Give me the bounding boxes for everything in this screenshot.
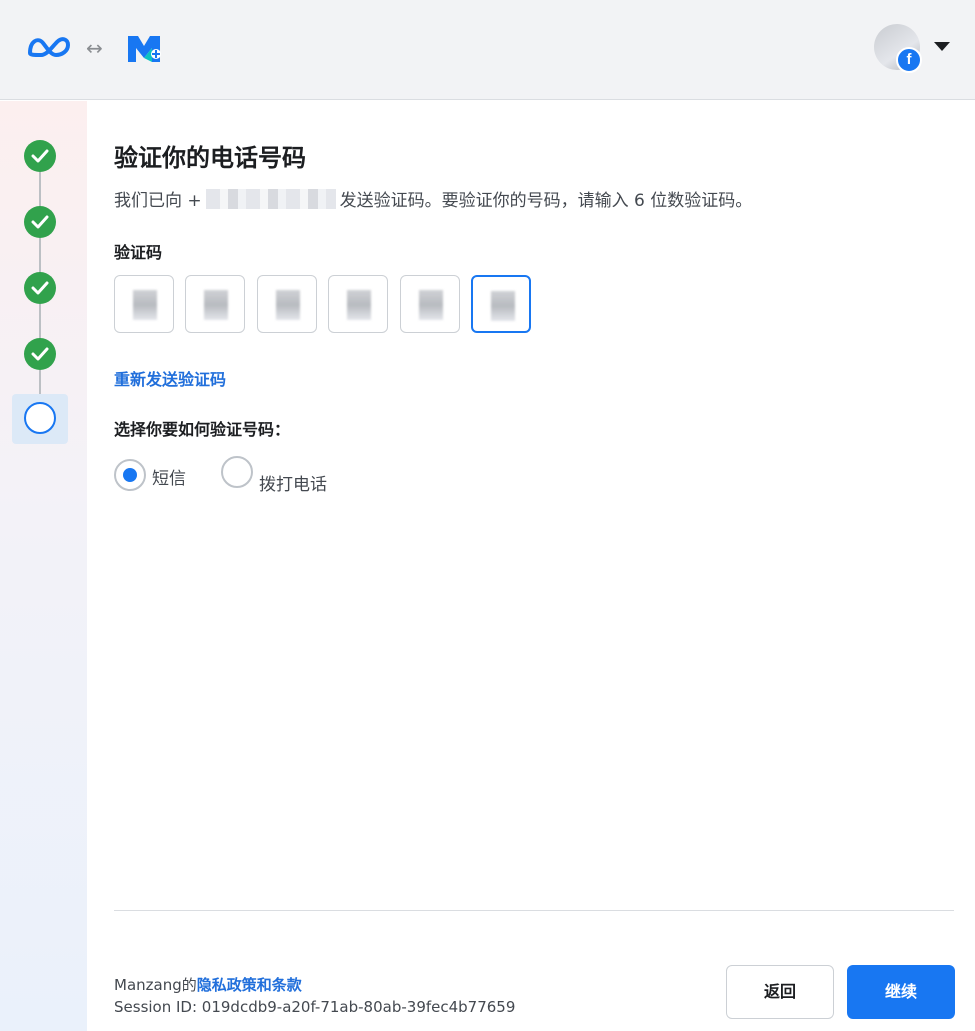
resend-code-link[interactable]: 重新发送验证码	[114, 366, 226, 390]
description-suffix: 发送验证码。要验证你的号码，请输入 6 位数验证码。	[339, 191, 753, 211]
redacted-phone-number	[205, 189, 336, 209]
chevron-down-icon[interactable]	[934, 42, 950, 51]
continue-button[interactable]: 继续	[847, 965, 955, 1019]
back-button[interactable]: 返回	[726, 965, 834, 1019]
progress-sidebar	[0, 101, 87, 1031]
code-digit-input[interactable]	[328, 275, 388, 333]
redacted-digit	[347, 290, 371, 320]
step-connector	[39, 172, 41, 208]
code-digit-input[interactable]	[257, 275, 317, 333]
privacy-policy-link[interactable]: 隐私政策和条款	[197, 976, 302, 994]
step-complete-check-icon	[24, 272, 56, 304]
swap-arrow-icon: ↔	[86, 36, 103, 60]
meta-business-suite-logo-icon	[128, 36, 161, 62]
redacted-digit	[276, 290, 300, 320]
method-label: 选择你要如何验证号码：	[114, 420, 291, 439]
redacted-digit	[204, 290, 228, 320]
radio-sms-label[interactable]: 短信	[152, 464, 186, 489]
redacted-digit	[419, 290, 443, 320]
step-current-circle-icon	[24, 402, 56, 434]
verification-description: 我们已向 + 发送验证码。要验证你的号码，请输入 6 位数验证码。	[114, 186, 752, 211]
radio-call-label[interactable]: 拨打电话	[259, 470, 327, 495]
step-complete-check-icon	[24, 338, 56, 370]
code-digit-input[interactable]	[400, 275, 460, 333]
redacted-digit	[491, 291, 515, 321]
radio-call[interactable]	[221, 456, 253, 488]
session-id: Session ID: 019dcdb9-a20f-71ab-80ab-39fe…	[114, 998, 516, 1016]
redacted-digit	[133, 290, 157, 320]
radio-sms[interactable]	[114, 459, 146, 491]
code-label: 验证码	[114, 243, 163, 262]
code-digit-input-active[interactable]	[471, 275, 531, 333]
step-connector	[39, 238, 41, 274]
meta-logo-icon	[28, 37, 70, 57]
description-prefix: 我们已向 +	[114, 191, 202, 211]
step-complete-check-icon	[24, 206, 56, 238]
page-title: 验证你的电话号码	[114, 144, 306, 172]
top-bar: ↔ f	[0, 0, 975, 100]
code-digit-input[interactable]	[114, 275, 174, 333]
step-complete-check-icon	[24, 140, 56, 172]
footer-policy: Manzang的隐私政策和条款	[114, 974, 302, 995]
code-digit-input[interactable]	[185, 275, 245, 333]
facebook-badge-icon: f	[896, 47, 922, 73]
footer-owner: Manzang的	[114, 976, 197, 994]
step-connector	[39, 304, 41, 340]
footer-divider	[114, 910, 954, 911]
